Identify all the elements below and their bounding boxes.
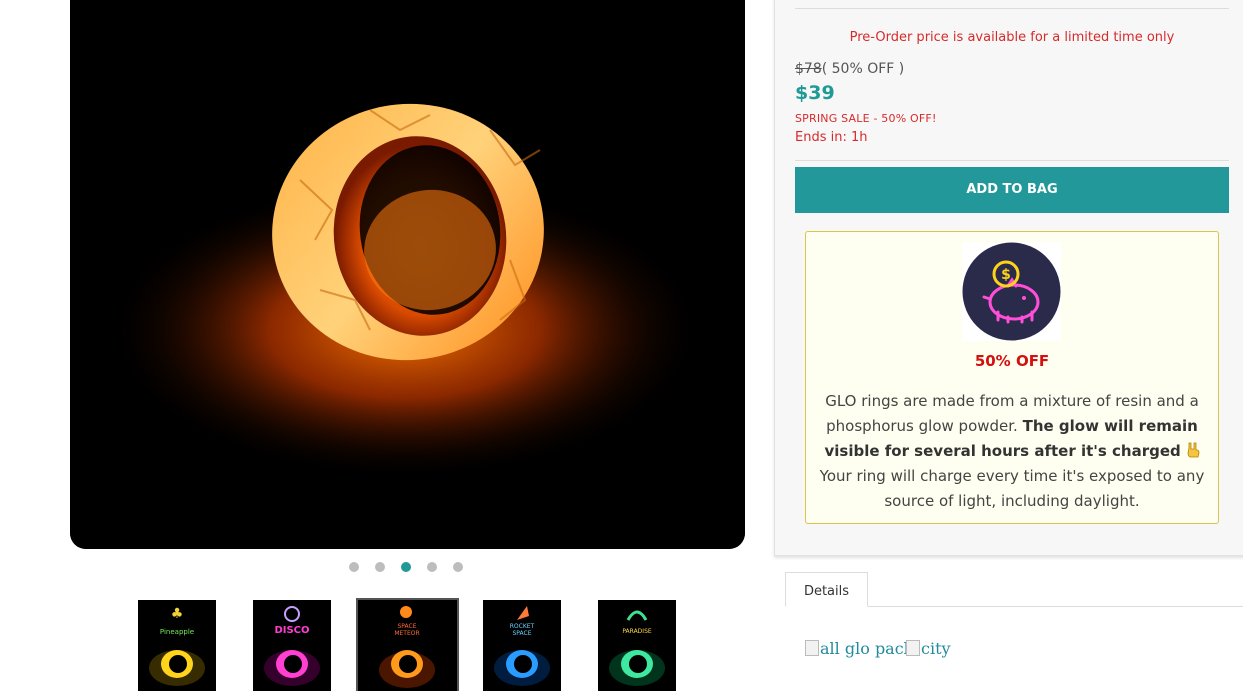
thumbnail-rocket-space[interactable]: ROCKET SPACE	[483, 600, 561, 691]
thumbnail-space-meteor[interactable]: SPACE METEOR	[356, 598, 459, 691]
carousel-dot[interactable]	[427, 562, 437, 572]
svg-text:METEOR: METEOR	[394, 630, 419, 637]
rock-hand-icon	[1187, 442, 1199, 458]
carousel-dot-active[interactable]	[401, 562, 411, 572]
details-image-city: city	[906, 639, 951, 658]
promo-text-outro: Your ring will charge every time it's ex…	[819, 467, 1205, 510]
svg-text:PARADISE: PARADISE	[622, 628, 652, 635]
thumbnail-pineapple[interactable]: ♣ Pineapple	[138, 600, 216, 691]
product-main-image[interactable]	[70, 0, 745, 549]
broken-image-icon	[906, 640, 920, 656]
promo-description: GLO rings are made from a mixture of res…	[818, 389, 1206, 514]
svg-text:ROCKET: ROCKET	[510, 623, 535, 630]
thumbnail-disco[interactable]: DISCO	[253, 600, 331, 691]
discount-badge: 50% OFF	[974, 352, 1050, 370]
piggy-bank-icon: $	[962, 242, 1061, 341]
thumbnail-paradise[interactable]: PARADISE	[598, 600, 676, 691]
divider	[795, 160, 1229, 161]
original-price: $78	[795, 61, 822, 77]
divider	[795, 8, 1229, 9]
image-alt-text: all glo pack	[820, 639, 914, 658]
tab-details[interactable]: Details	[785, 572, 868, 607]
countdown-text: Ends in: 1h	[795, 130, 868, 145]
sale-label: SPRING SALE - 50% OFF!	[795, 112, 937, 125]
svg-text:$: $	[1001, 267, 1011, 283]
broken-image-icon	[805, 640, 819, 656]
carousel-dot[interactable]	[349, 562, 359, 572]
discount-percent: ( 50% OFF )	[821, 61, 905, 77]
add-to-bag-button[interactable]: ADD TO BAG	[795, 167, 1229, 213]
preorder-note: Pre-Order price is available for a limit…	[849, 30, 1175, 45]
svg-text:SPACE: SPACE	[397, 623, 416, 630]
carousel-dot[interactable]	[375, 562, 385, 572]
svg-text:SPACE: SPACE	[512, 630, 531, 637]
svg-text:♣: ♣	[171, 606, 184, 622]
svg-text:DISCO: DISCO	[274, 625, 309, 636]
details-image-all-glo-pack: all glo pack	[805, 639, 913, 658]
glowing-ring-image	[70, 0, 745, 549]
original-price-row: $78( 50% OFF )	[795, 61, 904, 77]
carousel-dot[interactable]	[453, 562, 463, 572]
image-alt-text: city	[921, 639, 951, 658]
carousel-dots	[349, 562, 463, 572]
svg-text:Pineapple: Pineapple	[160, 628, 194, 636]
sale-price: $39	[795, 82, 835, 104]
